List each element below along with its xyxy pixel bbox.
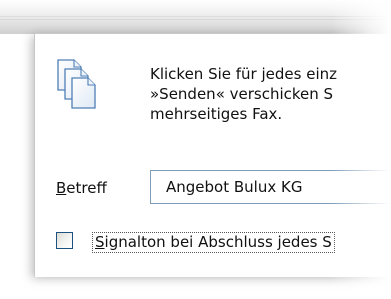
instruction-line: mehrseitiges Fax. (150, 105, 283, 123)
multiple-pages-icon (57, 59, 96, 109)
beep-label-accelerator: S (95, 233, 105, 251)
screenshot-stage: Klicken Sie für jedes einz »Senden« vers… (0, 0, 391, 299)
instruction-line: Klicken Sie für jedes einz (150, 65, 337, 83)
subject-label-accelerator: B (56, 179, 67, 197)
beep-checkbox-label[interactable]: Signalton bei Abschluss jedes S (92, 232, 335, 253)
beep-checkbox[interactable] (56, 232, 73, 249)
subject-input[interactable] (150, 170, 391, 204)
beep-label-text: ignalton bei Abschluss jedes S (104, 233, 332, 251)
instruction-text: Klicken Sie für jedes einz »Senden« vers… (150, 64, 390, 124)
instruction-line: »Senden« verschicken S (150, 85, 334, 103)
background-haze (0, 0, 391, 34)
subject-label-text: etreff (66, 179, 107, 197)
subject-label: Betreff (56, 179, 107, 197)
